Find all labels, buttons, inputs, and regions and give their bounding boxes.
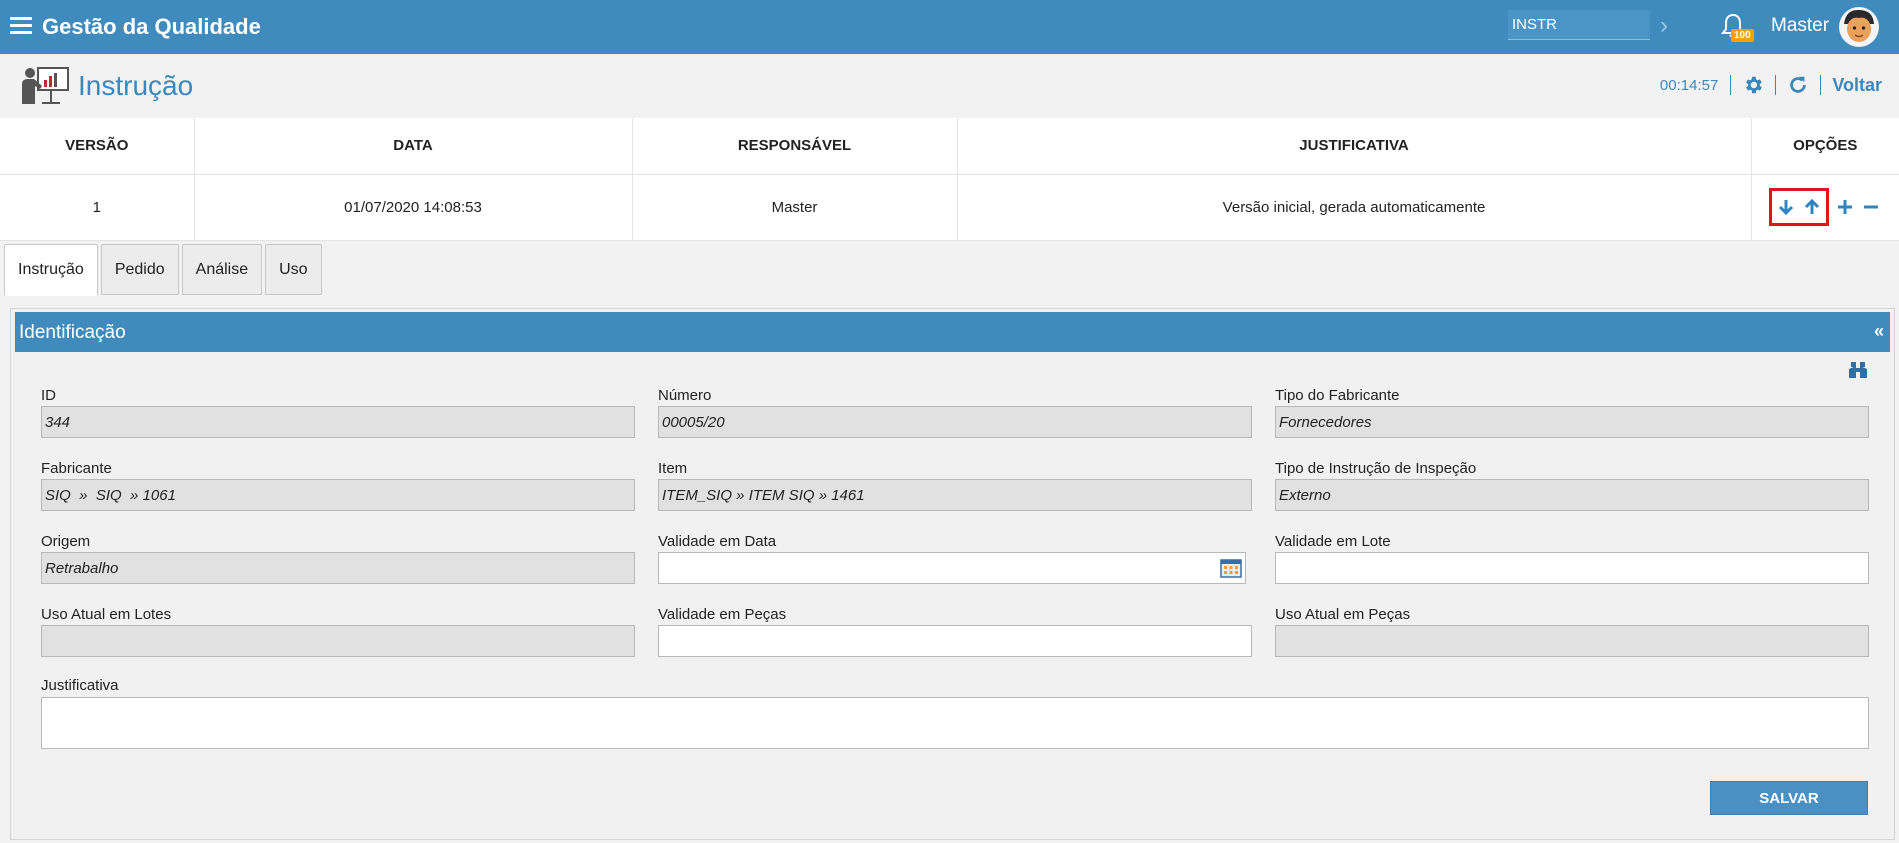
uso-lotes-field-group: Uso Atual em Lotes	[41, 606, 635, 657]
fabricante-field-group: Fabricante SIQ » SIQ » 1061	[41, 460, 635, 511]
id-field: 344	[41, 406, 635, 438]
uso-pecas-field-group: Uso Atual em Peças	[1275, 606, 1869, 657]
tipo-instrucao-field-group: Tipo de Instrução de Inspeção Externo	[1275, 460, 1869, 511]
validade-data-field-group: Validade em Data	[658, 533, 1252, 584]
refresh-icon[interactable]	[1787, 74, 1809, 96]
app-title: Gestão da Qualidade	[42, 14, 261, 39]
chevron-right-icon[interactable]: ›	[1660, 12, 1668, 40]
arrow-up-icon[interactable]	[1802, 197, 1822, 217]
identification-panel: Identificação « ID 344 Número 00005/20 T…	[10, 308, 1895, 840]
id-label: ID	[41, 387, 56, 404]
uso-pecas-label: Uso Atual em Peças	[1275, 606, 1411, 623]
back-link[interactable]: Voltar	[1832, 75, 1882, 96]
validade-lote-field-group: Validade em Lote	[1275, 533, 1869, 584]
tab-uso[interactable]: Uso	[265, 244, 322, 295]
validade-lote-input[interactable]	[1275, 552, 1869, 584]
panel-header: Identificação «	[15, 312, 1890, 352]
fabricante-field: SIQ » SIQ » 1061	[41, 479, 635, 511]
tab-bar: Instrução Pedido Análise Uso	[4, 244, 325, 296]
divider	[1775, 75, 1777, 95]
tipo-fabricante-label: Tipo do Fabricante	[1275, 387, 1400, 404]
tipo-instrucao-label: Tipo de Instrução de Inspeção	[1275, 460, 1477, 477]
id-field-group: ID 344	[41, 387, 635, 438]
tipo-instrucao-field: Externo	[1275, 479, 1869, 511]
validade-pecas-field-group: Validade em Peças	[658, 606, 1252, 657]
table-header-row: VERSÃO DATA RESPONSÁVEL JUSTIFICATIVA OP…	[0, 118, 1899, 175]
search-input[interactable]	[1508, 10, 1650, 40]
uso-lotes-label: Uso Atual em Lotes	[41, 606, 172, 623]
tab-pedido[interactable]: Pedido	[100, 244, 179, 295]
notification-badge: 100	[1731, 29, 1754, 42]
avatar[interactable]	[1838, 6, 1880, 48]
save-button[interactable]: SALVAR	[1710, 781, 1868, 815]
table-row: 1 01/07/2020 14:08:53 Master Versão inic…	[0, 174, 1899, 241]
origem-field-group: Origem Retrabalho	[41, 533, 635, 584]
minus-icon[interactable]	[1861, 197, 1881, 217]
justificativa-textarea[interactable]	[41, 697, 1869, 749]
highlight-box	[1769, 188, 1830, 226]
cell-justification: Versão inicial, gerada automaticamente	[957, 174, 1752, 241]
origem-field: Retrabalho	[41, 552, 635, 584]
arrow-down-icon[interactable]	[1776, 197, 1796, 217]
column-header-options: OPÇÕES	[1751, 118, 1899, 175]
validade-data-label: Validade em Data	[658, 533, 777, 550]
tipo-fabricante-field: Fornecedores	[1275, 406, 1869, 438]
origem-label: Origem	[41, 533, 91, 550]
divider	[1820, 75, 1822, 95]
cell-date: 01/07/2020 14:08:53	[194, 174, 633, 241]
justificativa-label: Justificativa	[41, 677, 119, 694]
plus-icon[interactable]	[1835, 197, 1855, 217]
column-header-version: VERSÃO	[0, 118, 195, 175]
versions-table: VERSÃO DATA RESPONSÁVEL JUSTIFICATIVA OP…	[0, 118, 1899, 241]
user-name[interactable]: Master	[1771, 15, 1829, 37]
column-header-responsible: RESPONSÁVEL	[632, 118, 958, 175]
validade-pecas-label: Validade em Peças	[658, 606, 787, 623]
tab-analise[interactable]: Análise	[181, 244, 263, 295]
fabricante-label: Fabricante	[41, 460, 112, 477]
cell-responsible: Master	[632, 174, 958, 241]
tab-instrucao[interactable]: Instrução	[4, 244, 98, 296]
divider	[1730, 75, 1732, 95]
session-timer: 00:14:57	[1659, 76, 1719, 94]
column-header-justification: JUSTIFICATIVA	[957, 118, 1752, 175]
header-actions: 00:14:57 Voltar	[1660, 74, 1882, 96]
column-header-date: DATA	[194, 118, 633, 175]
item-label: Item	[658, 460, 688, 477]
gear-icon[interactable]	[1742, 74, 1764, 96]
calendar-icon[interactable]	[1220, 558, 1242, 578]
top-bar: Gestão da Qualidade › 100 Master	[0, 0, 1899, 54]
tipo-fabricante-field-group: Tipo do Fabricante Fornecedores	[1275, 387, 1869, 438]
cell-options	[1751, 174, 1899, 241]
row-options	[1752, 188, 1899, 226]
uso-pecas-field	[1275, 625, 1869, 657]
uso-lotes-field	[41, 625, 635, 657]
cell-version: 1	[0, 174, 195, 241]
numero-field-group: Número 00005/20	[658, 387, 1252, 438]
presentation-icon	[22, 67, 69, 104]
page-title: Instrução	[78, 70, 194, 101]
validade-lote-label: Validade em Lote	[1275, 533, 1391, 550]
numero-field: 00005/20	[658, 406, 1252, 438]
menu-icon[interactable]	[10, 17, 32, 35]
item-field: ITEM_SIQ » ITEM SIQ » 1461	[658, 479, 1252, 511]
collapse-icon[interactable]: «	[1874, 321, 1884, 342]
item-field-group: Item ITEM_SIQ » ITEM SIQ » 1461	[658, 460, 1252, 511]
panel-title: Identificação	[19, 322, 126, 343]
validade-data-input[interactable]	[658, 552, 1246, 584]
binoculars-icon[interactable]	[1848, 361, 1868, 379]
numero-label: Número	[658, 387, 712, 404]
validade-pecas-input[interactable]	[658, 625, 1252, 657]
